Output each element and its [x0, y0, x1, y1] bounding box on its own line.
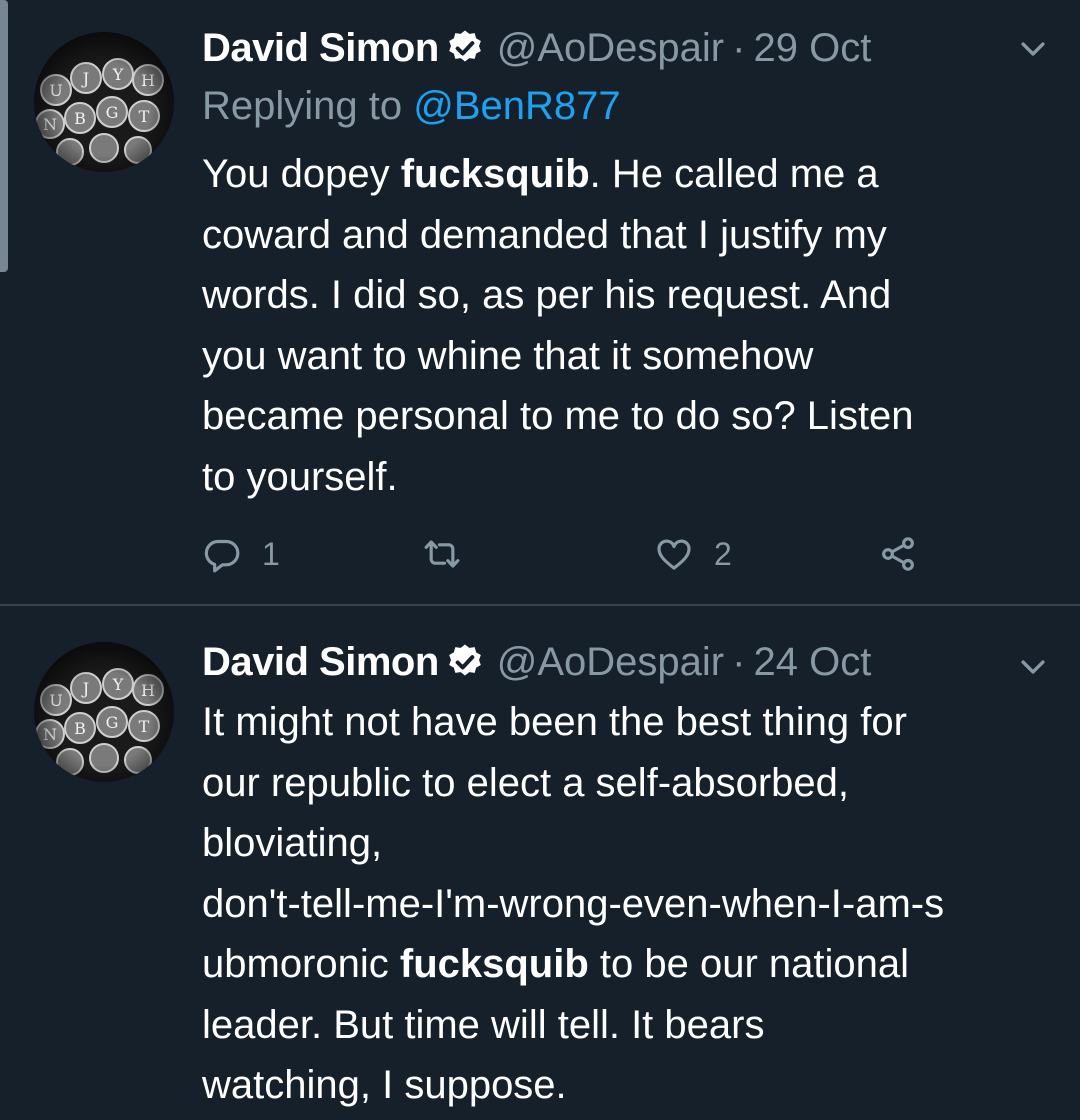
author-name[interactable]: David Simon	[202, 26, 439, 71]
tweet-text-line: It might not have been the best thing fo…	[202, 700, 907, 744]
tweet-text-line: bloviating,	[202, 821, 383, 865]
tweet-text-line: our republic to elect a self-absorbed,	[202, 760, 850, 805]
bold-word: fucksquib	[400, 152, 590, 196]
bold-word: fucksquib	[399, 942, 589, 986]
typewriter-keys-image: UJYH NBGT	[34, 32, 174, 172]
like-count: 2	[714, 535, 732, 572]
tweet-text-line: don't-tell-me-I'm-wrong-even-when-I-am-s	[202, 881, 945, 926]
typewriter-keys-image: UJYH NBGT	[34, 642, 174, 782]
reply-count: 1	[262, 535, 280, 572]
separator-dot: ·	[732, 25, 746, 70]
avatar[interactable]: UJYH NBGT	[34, 642, 174, 782]
heart-icon	[657, 539, 691, 570]
chevron-down-icon[interactable]	[1016, 650, 1050, 684]
avatar[interactable]: UJYH NBGT	[34, 32, 174, 172]
tweet-date[interactable]: 24 Oct	[753, 640, 871, 685]
tweet-text: It might not have been the best thing fo…	[202, 692, 1042, 1116]
text-segment: to be our national	[588, 942, 910, 986]
retweet-icon	[424, 540, 460, 568]
tweet-text-line: You dopey fucksquib. He called me a	[202, 144, 1042, 205]
share-icon	[882, 537, 914, 571]
tweet-text-line: leader. But time will tell. It bears	[202, 1002, 765, 1047]
verified-badge-icon	[448, 30, 481, 62]
replying-to-mention[interactable]: @BenR877	[413, 84, 620, 128]
reply-button[interactable]: 1	[202, 530, 280, 578]
text-segment: . He called me a	[589, 152, 879, 196]
author-handle[interactable]: @AoDespair	[497, 640, 724, 685]
tweet-actions: 1 2	[202, 530, 962, 578]
text-segment: You dopey	[202, 152, 401, 196]
retweet-button[interactable]	[422, 530, 462, 578]
tweet-header: David Simon @AoDespair · 24 Oct	[202, 634, 1080, 690]
tweet[interactable]: UJYH NBGT David Simon @AoDespair · 29 Oc…	[0, 0, 1080, 606]
tweet-text-line: became personal to me to do so? Listen	[202, 394, 914, 438]
like-button[interactable]: 2	[654, 530, 732, 578]
chevron-down-icon[interactable]	[1016, 32, 1050, 66]
author-handle[interactable]: @AoDespair	[497, 26, 724, 71]
replying-to-label: Replying to	[202, 84, 403, 128]
text-segment: ubmoronic	[202, 942, 400, 986]
reply-icon	[204, 539, 240, 573]
tweet-header: David Simon @AoDespair · 29 Oct	[202, 20, 1080, 76]
author-name[interactable]: David Simon	[202, 640, 439, 685]
separator-dot: ·	[732, 639, 746, 684]
tweet-text-line: words. I did so, as per his request. And	[202, 273, 892, 317]
tweet-text-line: coward and demanded that I justify my	[202, 212, 887, 257]
replying-to: Replying to @BenR877	[202, 84, 621, 129]
share-button[interactable]	[878, 530, 918, 578]
tweet-text-line: ubmoronic fucksquib to be our national	[202, 934, 1042, 995]
tweet-text: You dopey fucksquib. He called me a cowa…	[202, 144, 1042, 507]
tweet-date[interactable]: 29 Oct	[753, 26, 871, 71]
tweet-text-line: you want to whine that it somehow	[202, 333, 814, 378]
tweet[interactable]: UJYH NBGT David Simon @AoDespair · 24 Oc…	[0, 606, 1080, 1120]
tweet-text-line: to yourself.	[202, 454, 398, 499]
tweet-text-line: watching, I suppose.	[202, 1063, 567, 1107]
verified-badge-icon	[448, 644, 481, 676]
